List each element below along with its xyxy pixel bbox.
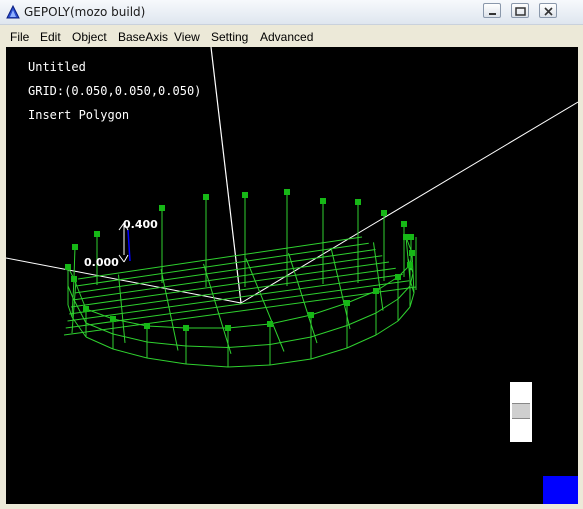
top-ring-line — [310, 302, 348, 316]
vertex-handle[interactable] — [381, 210, 387, 216]
polygon-vertex[interactable] — [71, 276, 77, 282]
grid-row-line — [67, 274, 403, 322]
height-label-top: 0.400 — [123, 218, 158, 231]
top-ring-line — [73, 278, 87, 310]
menu-view[interactable]: View — [174, 30, 200, 44]
vertex-handle[interactable] — [242, 192, 248, 198]
minimize-button[interactable] — [483, 3, 501, 18]
grid-col-line — [373, 242, 384, 311]
menu-file[interactable]: File — [10, 30, 29, 44]
menu-setting[interactable]: Setting — [211, 30, 248, 44]
polygon-vertex[interactable] — [83, 306, 89, 312]
top-ring-line — [346, 290, 377, 304]
top-ring-line — [146, 325, 187, 329]
polygon-vertex[interactable] — [183, 325, 189, 331]
zoom-slider[interactable] — [510, 382, 532, 442]
mid-ring-line — [146, 341, 187, 347]
mid-ring-line — [112, 333, 148, 343]
bottom-ring-line — [146, 357, 187, 365]
vertex-handle-line — [73, 246, 76, 278]
document-name: Untitled — [28, 60, 86, 74]
mid-ring-line — [67, 285, 74, 299]
grid-col-line — [160, 269, 179, 351]
bottom-ring-line — [397, 306, 411, 322]
maximize-button[interactable] — [511, 3, 529, 18]
close-icon — [544, 7, 553, 16]
menu-advanced[interactable]: Advanced — [260, 30, 313, 44]
minimize-icon — [489, 13, 496, 15]
menu-object[interactable]: Object — [72, 30, 107, 44]
mid-ring-line — [227, 344, 271, 348]
vertex-handle[interactable] — [284, 189, 290, 195]
menu-bar: File Edit Object BaseAxis View Setting A… — [0, 26, 583, 47]
bottom-ring-line — [185, 363, 229, 368]
polygon-vertex[interactable] — [344, 300, 350, 306]
bottom-ring-line — [310, 347, 348, 360]
app-window: GEPOLY(mozo build) File Edit Object Base… — [0, 0, 583, 509]
mid-ring-line — [269, 336, 312, 345]
polygon-vertex[interactable] — [409, 250, 415, 256]
bottom-ring-line — [85, 336, 114, 350]
polygon-vertex[interactable] — [395, 274, 401, 280]
grid-col-line — [118, 274, 126, 343]
polygon-vertex[interactable] — [267, 321, 273, 327]
mid-ring-line — [310, 325, 348, 338]
polygon-vertex[interactable] — [373, 288, 379, 294]
bottom-ring-line — [346, 334, 377, 349]
mid-ring-line — [397, 285, 411, 300]
bottom-ring-line — [227, 364, 271, 368]
grid-row-line — [76, 242, 369, 287]
title-bar[interactable]: GEPOLY(mozo build) — [0, 0, 583, 25]
restore-icon — [515, 7, 526, 16]
vertex-handle[interactable] — [401, 221, 407, 227]
top-ring-line — [227, 323, 271, 329]
height-label-bottom: 0.000 — [84, 256, 119, 269]
polygon-vertex[interactable] — [110, 316, 116, 322]
mid-ring-line — [346, 312, 377, 326]
polygon-vertex[interactable] — [308, 312, 314, 318]
polygon-vertex[interactable] — [144, 323, 150, 329]
mid-ring-line — [185, 345, 229, 348]
bottom-ring-line — [375, 320, 399, 336]
color-indicator[interactable] — [543, 476, 578, 504]
bottom-ring-line — [409, 292, 415, 308]
menu-baseaxis[interactable]: BaseAxis — [118, 30, 168, 44]
mode-label: Insert Polygon — [28, 108, 130, 122]
vertex-handle[interactable] — [203, 194, 209, 200]
menu-edit[interactable]: Edit — [40, 30, 61, 44]
polygon-vertex[interactable] — [403, 234, 409, 240]
arrow-down-left — [118, 254, 125, 263]
top-ring-line — [269, 314, 312, 325]
window-title: GEPOLY(mozo build) — [24, 5, 146, 19]
vertex-handle[interactable] — [159, 205, 165, 211]
bottom-ring-line — [269, 358, 312, 366]
vertex-handle[interactable] — [320, 198, 326, 204]
arrow-down-right — [123, 254, 129, 263]
vertex-handle[interactable] — [355, 199, 361, 205]
top-ring-line — [112, 318, 148, 327]
app-icon — [6, 4, 20, 19]
vertex-handle[interactable] — [94, 231, 100, 237]
height-indicator-line — [127, 229, 131, 262]
polygon-vertex[interactable] — [225, 325, 231, 331]
close-button[interactable] — [539, 3, 557, 18]
mid-ring-line — [375, 298, 399, 314]
vertex-handle[interactable] — [72, 244, 78, 250]
viewport-canvas[interactable]: Untitled GRID:(0.050,0.050,0.050) Insert… — [6, 47, 578, 504]
zoom-slider-thumb[interactable] — [512, 403, 530, 419]
polygon-vertex[interactable] — [407, 262, 413, 268]
polygon-vertex[interactable] — [65, 264, 71, 270]
bottom-ring-line — [112, 348, 148, 359]
grid-info: GRID:(0.050,0.050,0.050) — [28, 84, 202, 98]
